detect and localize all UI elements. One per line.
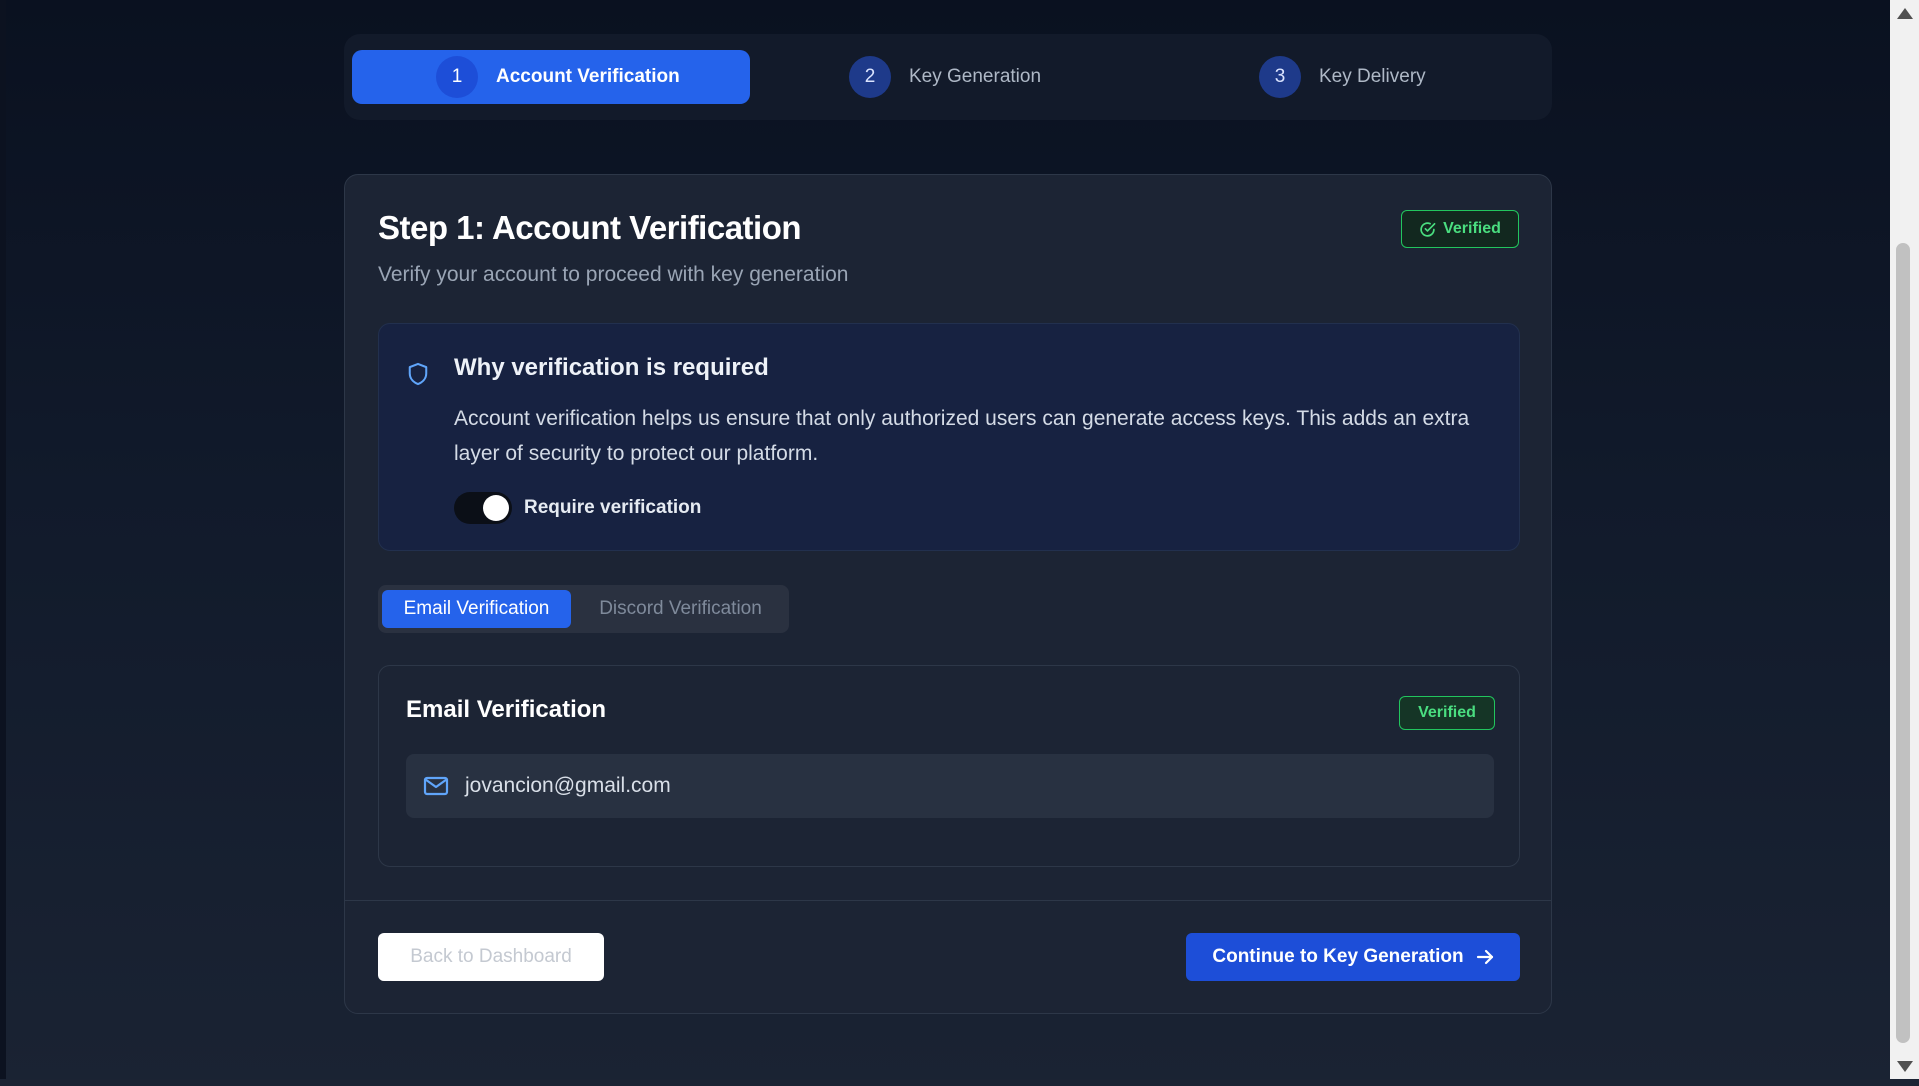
page-scrollbar[interactable] [1890,0,1919,1079]
status-badge-label: Verified [1443,220,1501,237]
step-label: Key Generation [909,66,1042,87]
verification-tabs: Email Verification Discord Verification [378,585,789,633]
scroll-up-arrow[interactable] [1890,0,1919,26]
info-text: Account verification helps us ensure tha… [454,407,1470,465]
continue-button-label: Continue to Key Generation [1212,946,1464,967]
toggle-label: Require verification [524,497,702,518]
tab-discord-verification[interactable]: Discord Verification [578,590,783,628]
arrow-right-icon [1476,949,1493,965]
toggle-knob [483,495,509,521]
step-account-verification[interactable]: 1 Account Verification [352,50,750,104]
verification-info-box: Why verification is required Account ver… [378,323,1520,551]
page-subtitle: Verify your account to proceed with key … [378,263,849,286]
page-title: Step 1: Account Verification [378,209,802,246]
stepper: 1 Account Verification 2 Key Generation … [344,34,1552,120]
step-number: 2 [849,56,891,98]
scroll-down-arrow[interactable] [1890,1053,1919,1079]
mail-icon [423,776,449,796]
verification-card: Step 1: Account Verification Verify your… [344,174,1552,1014]
step-number: 3 [1259,56,1301,98]
window-left-edge [0,0,6,1086]
email-panel-title: Email Verification [406,696,607,723]
step-label: Account Verification [496,66,680,87]
email-verified-badge: Verified [1399,696,1495,730]
window-bottom-edge [0,1079,1919,1086]
status-badge: Verified [1401,210,1519,248]
footer-divider [345,900,1551,901]
step-key-delivery[interactable]: 3 Key Delivery [1259,50,1426,104]
continue-button[interactable]: Continue to Key Generation [1186,933,1520,981]
email-field: jovancion@gmail.com [406,754,1494,818]
back-to-dashboard-button[interactable]: Back to Dashboard [378,933,604,981]
email-verification-panel: Email Verification Verified jovancion@gm… [378,665,1520,867]
tab-email-verification[interactable]: Email Verification [382,590,571,628]
shield-icon [408,362,428,386]
step-label: Key Delivery [1319,66,1426,87]
require-verification-toggle[interactable] [454,492,512,524]
info-title: Why verification is required [454,354,769,381]
step-key-generation[interactable]: 2 Key Generation [849,50,1041,104]
step-number: 1 [436,56,478,98]
email-value: jovancion@gmail.com [465,774,671,797]
check-circle-icon [1420,221,1436,237]
scrollbar-thumb[interactable] [1896,243,1910,1043]
